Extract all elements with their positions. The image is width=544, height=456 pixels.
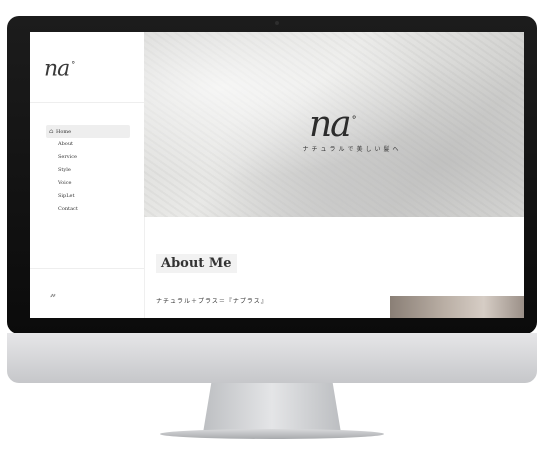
logo-mark: ° <box>71 60 75 69</box>
about-photo <box>390 296 524 318</box>
monitor-chin <box>7 333 537 383</box>
camera <box>275 21 279 25</box>
nav-item-service[interactable]: Service <box>46 151 130 164</box>
hero-logo-mark: ° <box>351 115 357 126</box>
nav-label: Home <box>56 129 72 135</box>
nav-label: Style <box>58 167 71 173</box>
nav-item-voice[interactable]: Voice <box>46 177 130 190</box>
hero-tagline: ナチュラルで美しい髪へ <box>302 146 402 153</box>
logo-text: na <box>44 56 70 82</box>
divider <box>30 102 144 103</box>
main-nav: ⌂ Home About Service Style Voice SipLet C… <box>46 125 130 216</box>
nav-label: SipLet <box>58 193 75 199</box>
nav-label: About <box>58 141 74 147</box>
hero-logo-text: na <box>309 104 352 145</box>
hero-logo: na ° <box>309 102 389 144</box>
website-screen: na ° ⌂ Home About Service Style Voice SipL… <box>30 32 524 318</box>
home-icon: ⌂ <box>49 128 54 135</box>
site-logo[interactable]: na ° <box>44 54 84 80</box>
monitor-base <box>160 429 384 439</box>
nav-item-about[interactable]: About <box>46 138 130 151</box>
nav-label: Service <box>58 154 77 160</box>
sidebar: na ° ⌂ Home About Service Style Voice SipL… <box>30 32 145 318</box>
monitor-stand <box>203 383 341 433</box>
divider <box>30 268 144 269</box>
nav-item-home[interactable]: ⌂ Home <box>46 125 130 138</box>
nav-label: Contact <box>58 206 78 212</box>
nav-item-style[interactable]: Style <box>46 164 130 177</box>
about-subheading: ナチュラル＋プラス＝『ナプラス』 <box>156 298 268 305</box>
mail-icon: 𝓃 <box>50 290 56 300</box>
imac-mockup: na ° ⌂ Home About Service Style Voice SipL… <box>0 0 544 456</box>
nav-label: Voice <box>58 180 72 186</box>
nav-item-contact[interactable]: Contact <box>46 203 130 216</box>
nav-item-siplet[interactable]: SipLet <box>46 190 130 203</box>
about-heading: About Me <box>156 254 237 273</box>
hero-banner: na ° ナチュラルで美しい髪へ <box>144 32 524 217</box>
